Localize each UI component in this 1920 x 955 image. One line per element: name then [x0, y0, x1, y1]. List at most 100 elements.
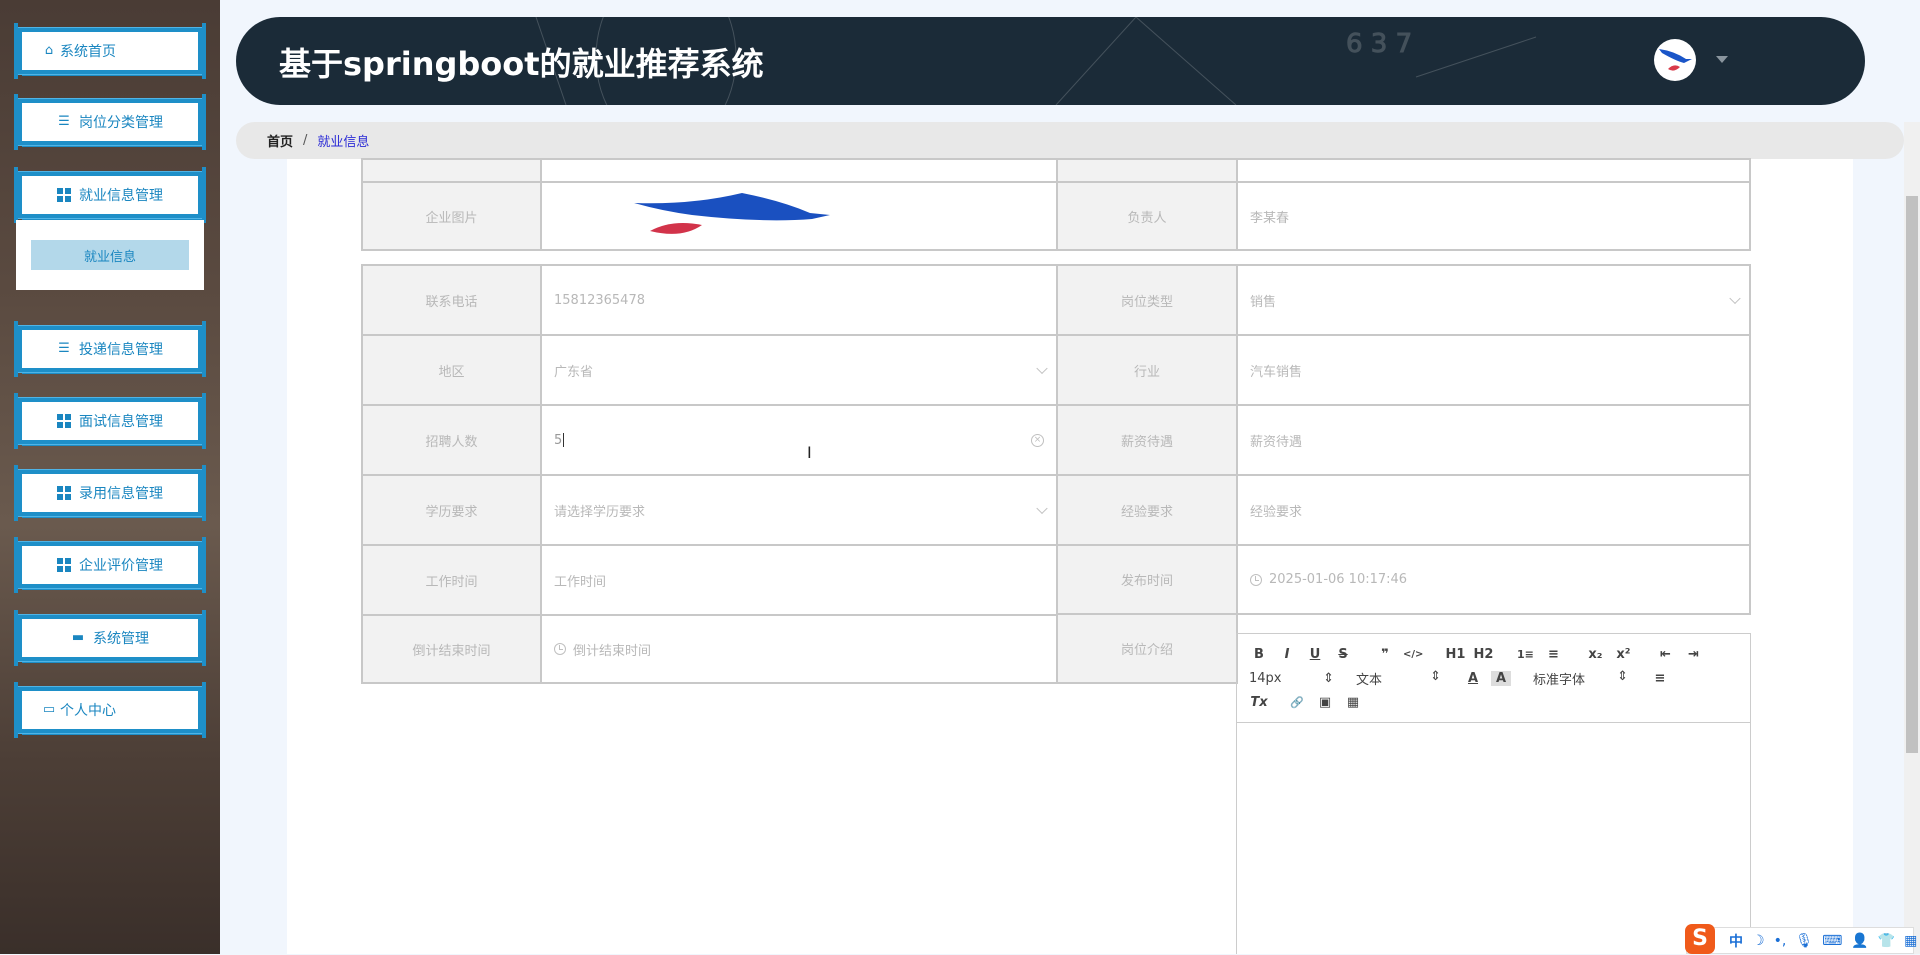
label-company-image: 企业图片: [361, 181, 542, 251]
card-icon: ▭: [42, 702, 56, 717]
user-icon[interactable]: 👤: [1851, 933, 1868, 949]
strike-button[interactable]: S: [1333, 647, 1353, 662]
apps-icon[interactable]: ▦: [1904, 933, 1917, 949]
rich-text-editor: B I U S ❞ </> H1 H2 1≡ ≡ x₂ x² ⇤ ⇥ 14px ⇕…: [1236, 633, 1751, 954]
job-type-value: 销售: [1250, 294, 1277, 310]
list-icon: ☰: [58, 114, 70, 129]
breadcrumb-current: 就业信息: [317, 135, 370, 150]
bullet-list-button[interactable]: ≡: [1543, 647, 1563, 662]
skin-icon[interactable]: 👕: [1878, 933, 1895, 949]
company-image[interactable]: [540, 181, 1058, 251]
education-select[interactable]: 请选择学历要求: [540, 474, 1058, 546]
chevron-down-icon: [1729, 292, 1741, 305]
sogou-logo-icon[interactable]: S: [1685, 924, 1715, 954]
moon-icon[interactable]: ☽: [1752, 933, 1765, 949]
blockquote-button[interactable]: ❞: [1375, 647, 1395, 662]
editor-content-area[interactable]: [1237, 723, 1750, 955]
clear-icon[interactable]: ×: [1031, 433, 1044, 447]
work-time-input[interactable]: 工作时间: [540, 544, 1058, 616]
phone-input[interactable]: 15812365478: [540, 264, 1058, 336]
headcount-input[interactable]: 5 ×: [540, 404, 1058, 476]
outdent-button[interactable]: ⇤: [1655, 647, 1675, 662]
h2-button[interactable]: H2: [1473, 647, 1493, 662]
region-value: 广东省: [554, 364, 594, 380]
sidebar-item-delivery[interactable]: ☰ 投递信息管理: [14, 321, 206, 377]
keyboard-icon[interactable]: ⌨: [1822, 933, 1842, 949]
chat-icon: ▬: [71, 630, 85, 645]
sidebar: ⌂ 系统首页 ☰ 岗位分类管理 就业信息管理 就业信息 ☰ 投递信息管理 面试信息管理…: [0, 0, 220, 954]
punctuation-icon[interactable]: •,: [1774, 933, 1787, 949]
manager-input[interactable]: 李某春: [1236, 181, 1751, 251]
heading-value: 文本: [1356, 672, 1383, 688]
chevron-down-icon: [1036, 362, 1048, 375]
h1-button[interactable]: H1: [1445, 647, 1465, 662]
form-label-partial: [361, 158, 542, 183]
font-size-select[interactable]: 14px ⇕: [1249, 671, 1334, 686]
clock-icon: [554, 643, 566, 655]
image-icon[interactable]: ▣: [1315, 695, 1335, 710]
menu-label: 就业信息管理: [79, 188, 163, 204]
grid-icon: [57, 414, 71, 428]
sidebar-item-system[interactable]: ▬ 系统管理: [14, 610, 206, 666]
label-experience: 经验要求: [1056, 474, 1238, 546]
grid-icon: [57, 558, 71, 572]
indent-button[interactable]: ⇥: [1683, 647, 1703, 662]
font-size-value: 14px: [1249, 670, 1282, 686]
link-icon[interactable]: 🔗: [1287, 696, 1307, 709]
sidebar-item-interview[interactable]: 面试信息管理: [14, 393, 206, 449]
label-job-type: 岗位类型: [1056, 264, 1238, 336]
font-color-icon[interactable]: A: [1463, 671, 1483, 686]
code-block-button[interactable]: </>: [1403, 649, 1423, 660]
scrollbar-thumb[interactable]: [1906, 196, 1918, 753]
breadcrumb: 首页 / 就业信息: [236, 122, 1904, 159]
menu-label: 面试信息管理: [79, 414, 163, 430]
publish-time-picker[interactable]: 2025-01-06 10:17:46: [1236, 544, 1751, 615]
sidebar-item-hire[interactable]: 录用信息管理: [14, 465, 206, 521]
label-job-intro: 岗位介绍: [1056, 613, 1238, 684]
user-dropdown-caret-icon[interactable]: [1716, 56, 1728, 63]
italic-button[interactable]: I: [1277, 647, 1297, 662]
svg-text:6 3 7: 6 3 7: [1346, 29, 1412, 59]
label-phone: 联系电话: [361, 264, 542, 336]
font-family-select[interactable]: 标准字体 ⇕: [1533, 669, 1628, 688]
microphone-icon[interactable]: 🎙: [1795, 933, 1813, 949]
page-scrollbar[interactable]: [1904, 122, 1920, 954]
form-value-partial: [540, 158, 1058, 183]
sidebar-item-employment[interactable]: 就业信息管理: [14, 167, 206, 223]
clear-format-button[interactable]: Tx: [1249, 695, 1269, 710]
submenu-item-employment-info[interactable]: 就业信息: [31, 240, 189, 270]
region-select[interactable]: 广东省: [540, 334, 1058, 406]
ordered-list-button[interactable]: 1≡: [1515, 648, 1535, 661]
video-icon[interactable]: ▦: [1343, 695, 1363, 710]
education-placeholder: 请选择学历要求: [554, 504, 646, 520]
background-color-icon[interactable]: A: [1491, 670, 1511, 686]
avatar[interactable]: [1654, 39, 1696, 81]
experience-input[interactable]: 经验要求: [1236, 474, 1751, 546]
headcount-value: 5: [554, 432, 563, 448]
sidebar-item-job-category[interactable]: ☰ 岗位分类管理: [14, 94, 206, 150]
label-headcount: 招聘人数: [361, 404, 542, 476]
sidebar-item-profile[interactable]: ▭ 个人中心: [14, 682, 206, 738]
breadcrumb-home[interactable]: 首页: [267, 131, 293, 150]
sidebar-item-company-review[interactable]: 企业评价管理: [14, 537, 206, 593]
form-label-partial: [1056, 158, 1238, 183]
countdown-end-picker[interactable]: 倒计结束时间: [540, 614, 1058, 684]
heading-select[interactable]: 文本 ⇕: [1356, 669, 1441, 688]
align-icon[interactable]: ≡: [1650, 671, 1670, 686]
home-icon: ⌂: [44, 43, 54, 58]
underline-button[interactable]: U: [1305, 647, 1325, 662]
salary-input[interactable]: 薪资待遇: [1236, 404, 1751, 476]
ime-toolbar: S 中 ☽ •, 🎙 ⌨ 👤 👕 ▦: [1685, 924, 1917, 954]
form-value-partial: [1236, 158, 1751, 183]
submenu: 就业信息: [16, 220, 204, 290]
sidebar-item-home[interactable]: ⌂ 系统首页: [14, 23, 206, 79]
updown-icon: ⇕: [1323, 670, 1334, 686]
font-family-value: 标准字体: [1533, 672, 1586, 688]
bold-button[interactable]: B: [1249, 647, 1269, 662]
subscript-button[interactable]: x₂: [1585, 647, 1605, 662]
menu-label: 投递信息管理: [79, 342, 163, 358]
ime-mode[interactable]: 中: [1729, 931, 1743, 951]
superscript-button[interactable]: x²: [1613, 647, 1633, 662]
job-type-select[interactable]: 销售: [1236, 264, 1751, 336]
industry-input[interactable]: 汽车销售: [1236, 334, 1751, 406]
